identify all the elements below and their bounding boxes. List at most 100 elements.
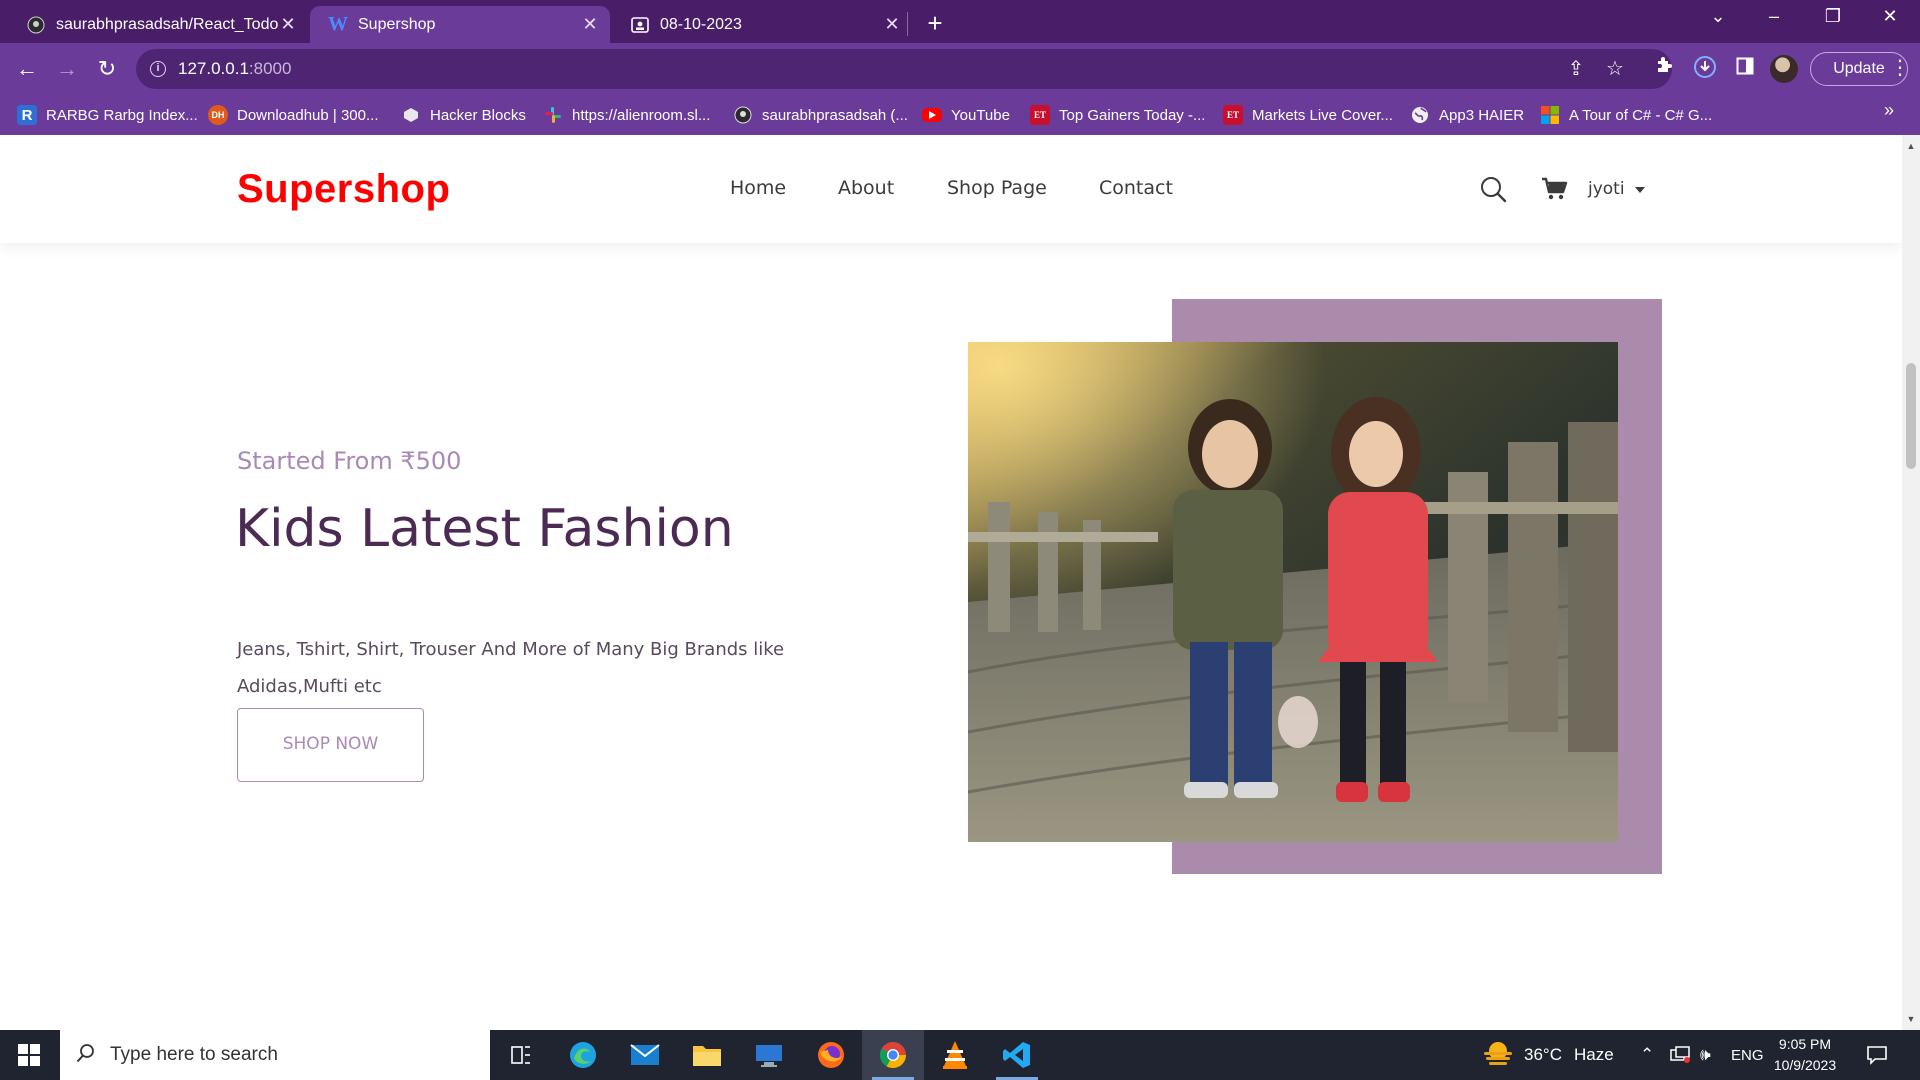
bookmark-star-icon[interactable]: ☆ bbox=[1601, 55, 1629, 83]
url-text: 127.0.0.1:8000 bbox=[178, 59, 292, 78]
network-icon[interactable] bbox=[1670, 1030, 1690, 1080]
bookmark-youtube[interactable]: YouTube bbox=[922, 103, 1010, 127]
show-hidden-icons[interactable]: ⌃ bbox=[1640, 1030, 1654, 1080]
shop-now-button[interactable]: SHOP NOW bbox=[237, 708, 424, 782]
bookmark-github-profile[interactable]: saurabhprasadsah (... bbox=[733, 103, 908, 127]
bookmarks-bar: R RARBG Rarbg Index... DH Downloadhub | … bbox=[0, 95, 1920, 135]
taskbar-search-placeholder: Type here to search bbox=[110, 1044, 278, 1065]
tab-title: Supershop bbox=[358, 15, 436, 33]
cart-icon[interactable] bbox=[1541, 177, 1569, 201]
hero-subtitle: Started From ₹500 bbox=[237, 447, 462, 475]
tab-supershop[interactable]: W Supershop ✕ bbox=[310, 6, 610, 43]
page-viewport: Supershop Home About Shop Page Contact j… bbox=[0, 135, 1902, 1030]
reload-icon[interactable]: ↻ bbox=[91, 53, 123, 85]
extensions-icon[interactable] bbox=[1650, 55, 1678, 83]
bookmark-label: YouTube bbox=[951, 106, 1010, 124]
menu-icon[interactable]: ⋮ bbox=[1890, 55, 1910, 80]
notifications-icon[interactable] bbox=[1866, 1030, 1888, 1080]
tab-separator bbox=[907, 12, 908, 36]
hero-title: Kids Latest Fashion bbox=[235, 499, 734, 559]
nav-about[interactable]: About bbox=[838, 177, 894, 199]
download-icon[interactable] bbox=[1691, 55, 1719, 83]
tab-document[interactable]: 08-10-2023 ✕ bbox=[612, 6, 912, 43]
minimize-icon[interactable]: – bbox=[1754, 6, 1794, 27]
file-explorer-icon[interactable] bbox=[676, 1030, 738, 1080]
browser-toolbar: ← → ↻ i 127.0.0.1:8000 ⇪ ☆ Update ⋮ bbox=[0, 43, 1920, 95]
tab-github[interactable]: saurabhprasadsah/React_Todo-A ✕ bbox=[8, 6, 308, 43]
site-header: Supershop Home About Shop Page Contact j… bbox=[0, 135, 1902, 243]
bookmark-hackerblocks[interactable]: Hacker Blocks bbox=[401, 103, 526, 127]
share-icon[interactable]: ⇪ bbox=[1562, 55, 1590, 83]
close-tab-icon[interactable]: ✕ bbox=[278, 14, 298, 35]
caret-down-icon bbox=[1634, 187, 1645, 193]
document-icon bbox=[630, 15, 650, 35]
bookmark-downloadhub[interactable]: DH Downloadhub | 300... bbox=[208, 103, 379, 127]
weather-description: Haze bbox=[1573, 1045, 1614, 1064]
slack-icon bbox=[543, 105, 563, 125]
bookmark-top-gainers[interactable]: ET Top Gainers Today -... bbox=[1030, 103, 1205, 127]
back-icon[interactable]: ← bbox=[11, 53, 43, 85]
bookmark-label: https://alienroom.sl... bbox=[572, 106, 711, 124]
more-bookmarks-icon[interactable]: » bbox=[1884, 100, 1894, 121]
close-tab-icon[interactable]: ✕ bbox=[580, 14, 600, 35]
dh-icon: DH bbox=[208, 105, 228, 125]
weather-haze-icon bbox=[1482, 1040, 1514, 1071]
side-panel-icon[interactable] bbox=[1731, 55, 1759, 83]
nav-home[interactable]: Home bbox=[730, 177, 786, 199]
bookmark-csharp-tour[interactable]: A Tour of C# - C# G... bbox=[1540, 103, 1712, 127]
nav-contact[interactable]: Contact bbox=[1099, 177, 1173, 199]
bookmark-app3-haier[interactable]: App3 HAIER bbox=[1410, 103, 1524, 127]
tab-title: 08-10-2023 bbox=[660, 15, 742, 33]
nav-shop-page[interactable]: Shop Page bbox=[947, 177, 1047, 199]
firefox-icon[interactable] bbox=[800, 1030, 862, 1080]
search-icon[interactable] bbox=[1479, 175, 1507, 203]
profile-avatar[interactable] bbox=[1770, 55, 1798, 83]
close-window-icon[interactable]: ✕ bbox=[1870, 6, 1910, 27]
system-clock[interactable]: 9:05 PM 10/9/2023 bbox=[1760, 1034, 1850, 1076]
bookmark-alienroom[interactable]: https://alienroom.sl... bbox=[543, 103, 710, 127]
r-icon: R bbox=[17, 105, 37, 125]
vscode-icon[interactable] bbox=[986, 1030, 1048, 1080]
desktop-app-icon[interactable] bbox=[738, 1030, 800, 1080]
restore-icon[interactable]: ❐ bbox=[1813, 6, 1853, 27]
hero-description: Jeans, Tshirt, Shirt, Trouser And More o… bbox=[237, 639, 785, 697]
task-view-icon[interactable] bbox=[490, 1030, 552, 1080]
weather-widget[interactable]: 36°C Haze bbox=[1482, 1030, 1614, 1080]
scrollbar-thumb[interactable] bbox=[1906, 363, 1916, 469]
page-scrollbar[interactable]: ▲ ▼ bbox=[1902, 135, 1920, 1030]
mail-icon[interactable] bbox=[614, 1030, 676, 1080]
vlc-icon[interactable] bbox=[924, 1030, 986, 1080]
github-icon bbox=[26, 15, 46, 35]
bookmark-label: Markets Live Cover... bbox=[1252, 106, 1393, 124]
microsoft-icon bbox=[1540, 105, 1560, 125]
tab-title: saurabhprasadsah/React_Todo-A bbox=[56, 15, 278, 33]
bookmark-label: saurabhprasadsah (... bbox=[762, 106, 908, 124]
site-logo[interactable]: Supershop bbox=[237, 167, 450, 212]
volume-icon[interactable]: 🕪 bbox=[1700, 1030, 1711, 1080]
hackerblocks-icon bbox=[401, 105, 421, 125]
github-icon bbox=[733, 105, 753, 125]
windows-start-icon[interactable] bbox=[18, 1044, 40, 1066]
address-bar[interactable]: i 127.0.0.1:8000 bbox=[136, 49, 1672, 89]
taskbar-search-box[interactable]: Type here to search bbox=[60, 1030, 490, 1080]
tab-search-chevron-icon[interactable]: ⌄ bbox=[1698, 6, 1738, 27]
bookmark-label: RARBG Rarbg Index... bbox=[46, 106, 198, 124]
hero-kids-photo bbox=[968, 342, 1618, 842]
globe-icon bbox=[1410, 105, 1430, 125]
new-tab-button[interactable]: + bbox=[922, 8, 948, 39]
bookmark-markets-live[interactable]: ET Markets Live Cover... bbox=[1223, 103, 1393, 127]
language-indicator[interactable]: ENG bbox=[1731, 1030, 1764, 1080]
scroll-down-icon[interactable]: ▼ bbox=[1902, 1014, 1920, 1024]
edge-icon[interactable] bbox=[552, 1030, 614, 1080]
et-icon: ET bbox=[1030, 105, 1050, 125]
site-info-icon[interactable]: i bbox=[150, 61, 166, 77]
scroll-up-icon[interactable]: ▲ bbox=[1902, 141, 1920, 151]
bookmark-rarbg[interactable]: R RARBG Rarbg Index... bbox=[17, 103, 198, 127]
browser-tab-bar: saurabhprasadsah/React_Todo-A ✕ W Supers… bbox=[0, 0, 1920, 43]
bookmark-label: A Tour of C# - C# G... bbox=[1569, 106, 1713, 124]
bookmark-label: App3 HAIER bbox=[1439, 106, 1525, 124]
close-tab-icon[interactable]: ✕ bbox=[882, 14, 902, 35]
chrome-icon[interactable] bbox=[862, 1030, 924, 1080]
user-dropdown[interactable]: jyoti bbox=[1588, 179, 1645, 199]
forward-icon[interactable]: → bbox=[51, 53, 83, 85]
